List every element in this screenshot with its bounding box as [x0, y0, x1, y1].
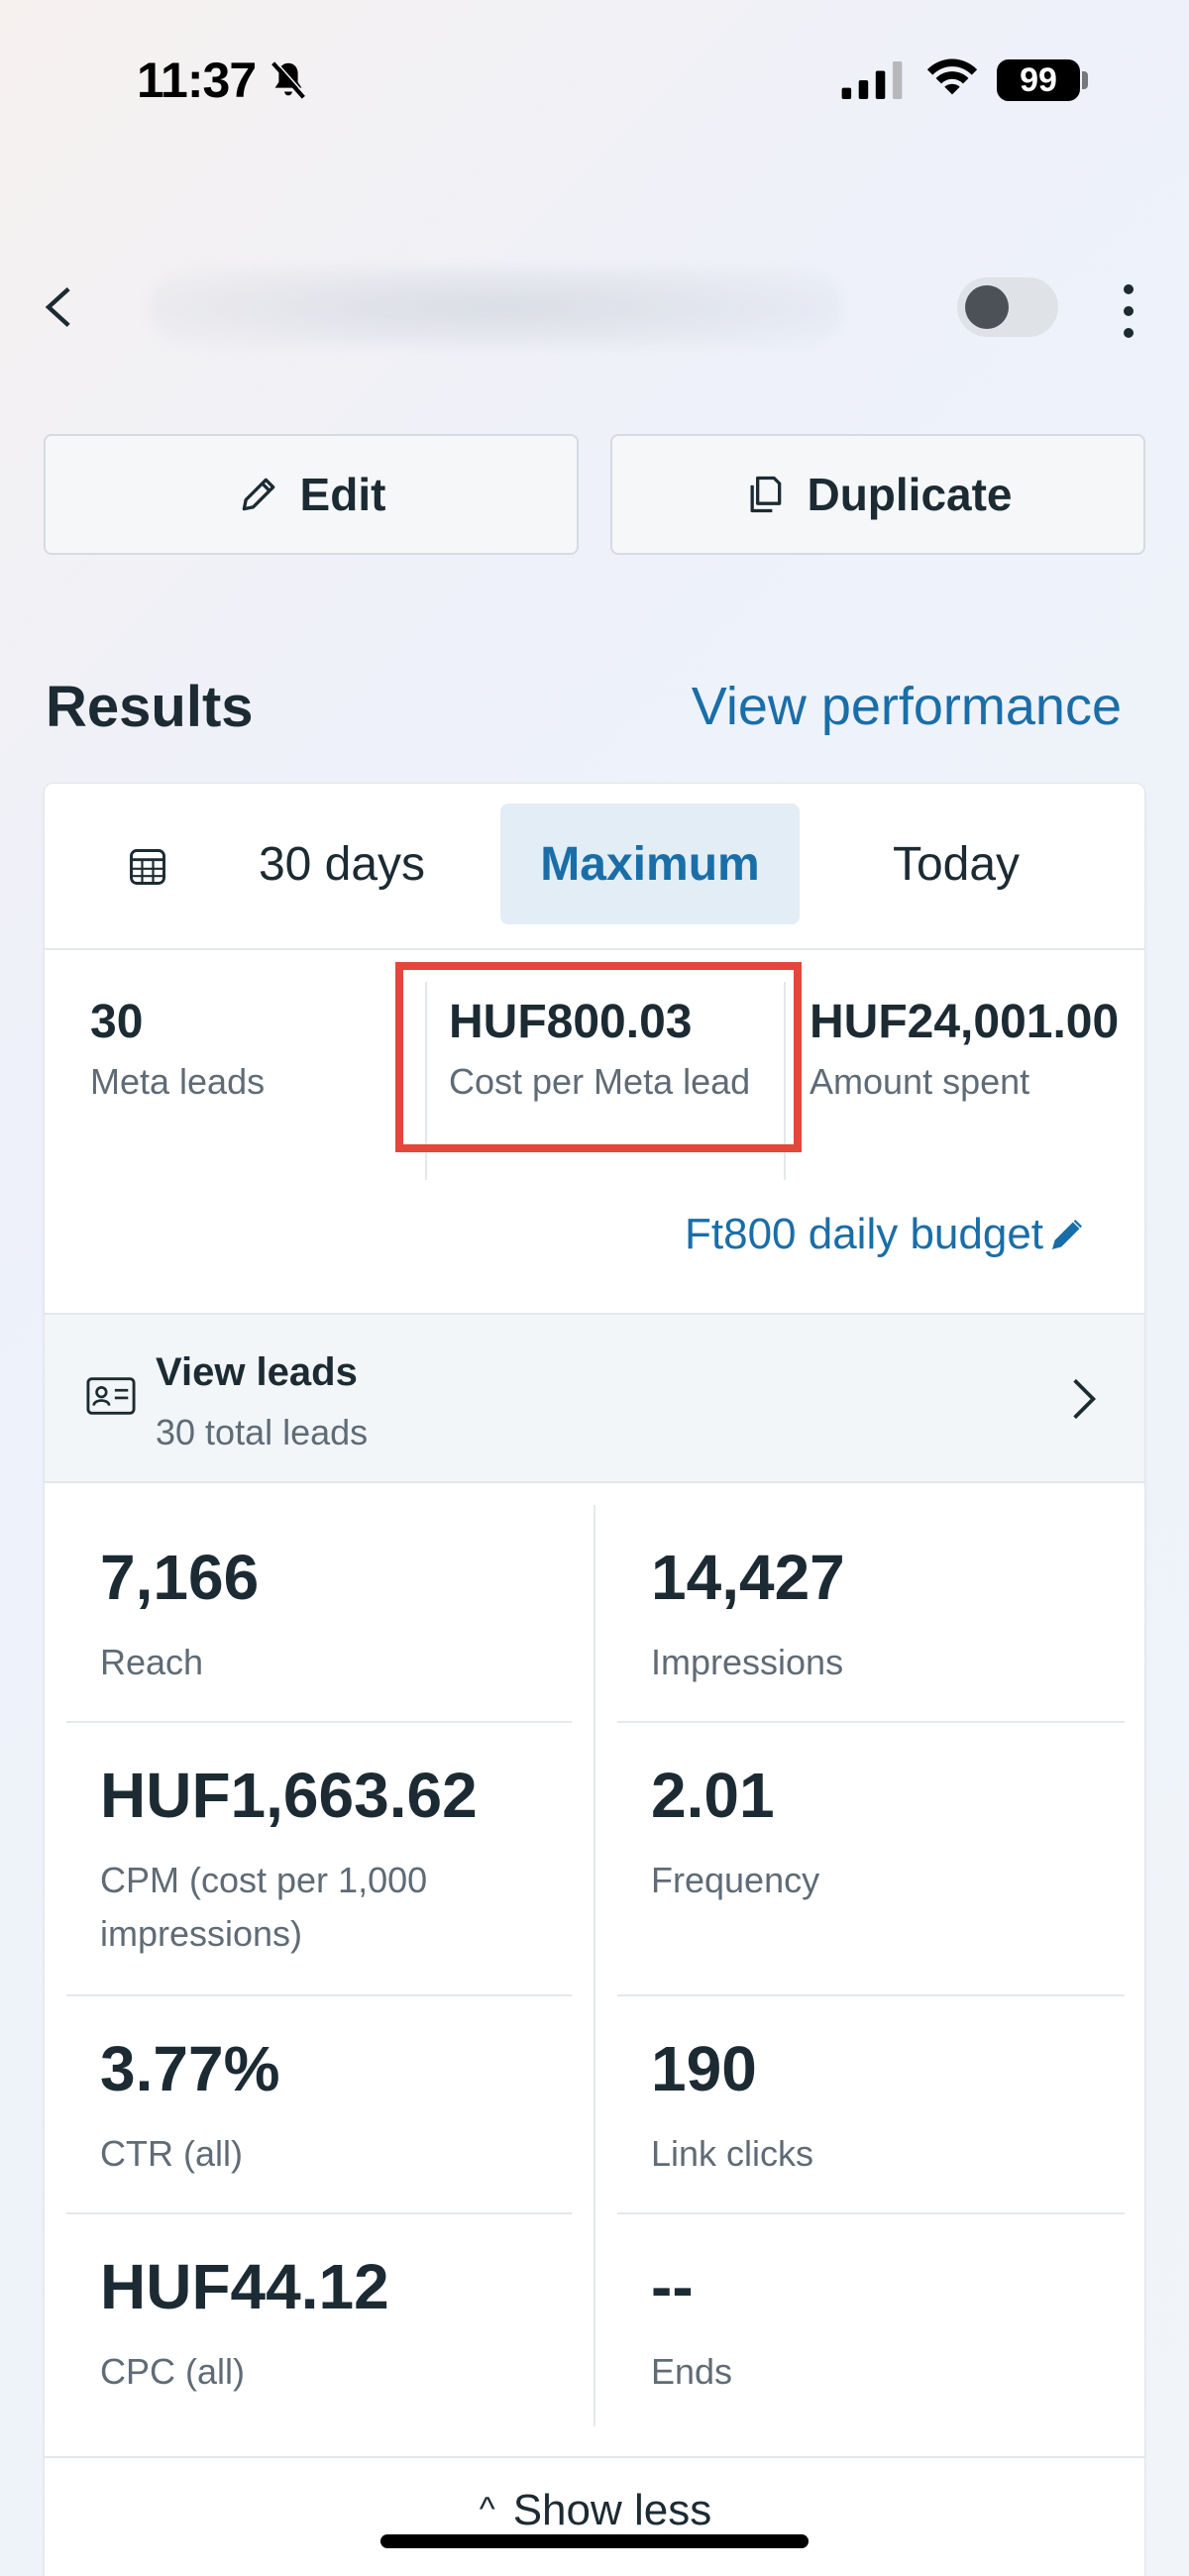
divider	[45, 2456, 1144, 2458]
divider	[66, 2212, 572, 2214]
view-performance-link[interactable]: View performance	[692, 676, 1122, 737]
metric-value: 3.77%	[100, 2033, 280, 2104]
ends-metric: -- Ends	[651, 2250, 1144, 2399]
edit-label: Edit	[299, 469, 386, 520]
metric-value: 7,166	[100, 1542, 260, 1613]
metric-label: Reach	[100, 1642, 204, 1682]
bell-muted-icon	[271, 60, 307, 99]
show-less-button[interactable]: ^ Show less	[45, 2486, 1144, 2535]
pencil-filled-icon	[1052, 1220, 1083, 1249]
impressions-metric: 14,427 Impressions	[651, 1541, 1144, 1689]
budget-label: Ft800 daily budget	[685, 1210, 1044, 1258]
tab-30-days[interactable]: 30 days	[223, 804, 461, 924]
link-clicks-metric: 190 Link clicks	[651, 2032, 1144, 2181]
duplicate-button[interactable]: Duplicate	[610, 434, 1145, 555]
results-card: 30 days Maximum Today 30 Meta leads HUF8…	[44, 783, 1145, 2576]
highlight-box	[395, 962, 802, 1152]
tab-today[interactable]: Today	[837, 804, 1075, 924]
metric-label: Link clicks	[651, 2133, 814, 2174]
cpc-metric: HUF44.12 CPC (all)	[100, 2250, 605, 2399]
metric-label: Impressions	[651, 1642, 844, 1682]
view-leads-title: View leads	[156, 1350, 358, 1394]
toggle-knob	[965, 285, 1009, 329]
signal-icon	[841, 61, 903, 99]
metric-label: Ends	[651, 2351, 733, 2392]
amount-spent-metric: HUF24,001.00 Amount spent	[810, 988, 1136, 1103]
home-indicator	[380, 2534, 809, 2548]
metric-label: Amount spent	[810, 1060, 1030, 1102]
more-options-icon[interactable]	[1112, 281, 1145, 338]
ctr-metric: 3.77% CTR (all)	[100, 2032, 605, 2181]
pencil-icon	[242, 478, 274, 511]
metric-value: HUF24,001.00	[810, 996, 1120, 1048]
contact-card-icon	[86, 1377, 136, 1415]
tab-maximum[interactable]: Maximum	[500, 804, 800, 924]
divider	[617, 1721, 1125, 1723]
metric-value: 2.01	[651, 1760, 775, 1831]
duplicate-icon	[750, 476, 782, 513]
divider	[617, 2212, 1125, 2214]
show-less-label: Show less	[512, 2486, 712, 2534]
battery-level: 99	[997, 59, 1080, 101]
edit-button[interactable]: Edit	[44, 434, 579, 555]
chevron-right-icon	[1073, 1378, 1097, 1420]
metric-value: 190	[651, 2033, 757, 2104]
reach-metric: 7,166 Reach	[100, 1541, 605, 1689]
date-range-tabs: 30 days Maximum Today	[45, 784, 1144, 950]
chevron-up-icon: ^	[479, 2491, 495, 2528]
metric-value: HUF44.12	[100, 2251, 389, 2322]
view-leads-subtitle: 30 total leads	[156, 1412, 369, 1452]
status-time: 11:37	[137, 53, 257, 108]
results-title: Results	[46, 675, 254, 739]
metric-label: Frequency	[651, 1860, 820, 1900]
wifi-icon	[926, 58, 978, 95]
meta-leads-metric: 30 Meta leads	[90, 988, 265, 1103]
divider	[66, 1994, 572, 1996]
metric-value: HUF1,663.62	[100, 1760, 478, 1831]
divider	[617, 1994, 1125, 1996]
cpm-metric: HUF1,663.62 CPM (cost per 1,000 impressi…	[100, 1759, 605, 1961]
frequency-metric: 2.01 Frequency	[651, 1759, 1144, 1907]
metric-label: CPM (cost per 1,000 impressions)	[100, 1860, 428, 1954]
metric-label: CPC (all)	[100, 2351, 246, 2392]
daily-budget-link[interactable]: Ft800 daily budget	[685, 1210, 1087, 1259]
campaign-toggle[interactable]	[957, 277, 1058, 337]
status-bar: 11:37 99	[0, 0, 1189, 159]
divider	[66, 1721, 572, 1723]
metric-label: CTR (all)	[100, 2133, 243, 2174]
metric-value: 14,427	[651, 1542, 845, 1613]
metric-label: Meta leads	[90, 1060, 266, 1102]
duplicate-label: Duplicate	[807, 469, 1013, 520]
back-chevron-icon[interactable]	[40, 285, 79, 329]
view-leads-row[interactable]: View leads 30 total leads	[45, 1313, 1144, 1483]
metric-value: 30	[90, 996, 144, 1048]
calendar-table-icon[interactable]	[126, 845, 169, 889]
blurred-campaign-title	[149, 268, 842, 347]
battery-tip	[1082, 71, 1088, 89]
metric-value: --	[651, 2251, 694, 2322]
